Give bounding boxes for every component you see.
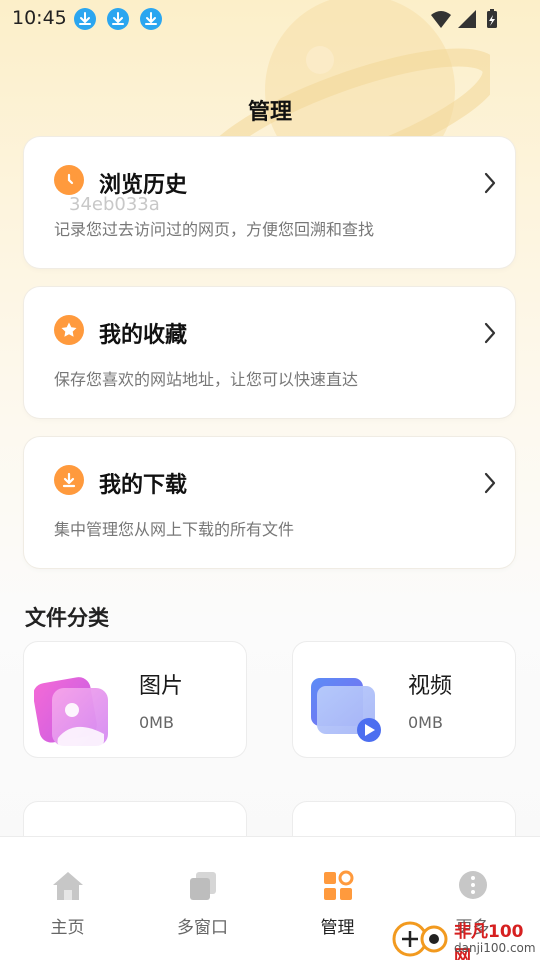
status-bar: 10:45 — [0, 0, 540, 38]
signal-icon — [458, 10, 476, 28]
nav-label: 管理 — [320, 918, 355, 938]
file-category-size: 0MB — [139, 713, 174, 732]
file-category-images[interactable]: 图片 0MB — [24, 642, 246, 757]
file-category-name: 视频 — [408, 674, 453, 699]
download-icon — [54, 465, 84, 495]
video-icon — [311, 678, 381, 742]
more-icon — [458, 871, 487, 899]
file-category-size: 0MB — [408, 713, 443, 732]
nav-item-windows[interactable]: 多窗口 — [135, 837, 270, 960]
manage-grid-icon — [323, 870, 353, 900]
file-category-title: 文件分类 — [25, 606, 109, 630]
card-title: 我的收藏 — [99, 323, 188, 348]
card-description: 集中管理您从网上下载的所有文件 — [54, 520, 295, 539]
chevron-right-icon — [484, 322, 496, 344]
home-icon — [52, 872, 83, 900]
chevron-right-icon — [484, 172, 496, 194]
downloads-card[interactable]: 我的下载 集中管理您从网上下载的所有文件 — [24, 437, 515, 568]
favorites-card[interactable]: 我的收藏 保存您喜欢的网站地址，让您可以快速直达 — [24, 287, 515, 418]
page-title: 管理 — [247, 100, 292, 125]
watermark-domain: danji100.com — [454, 941, 536, 955]
chevron-right-icon — [484, 472, 496, 494]
windows-icon — [189, 872, 216, 900]
watermark-logo-icon — [392, 921, 448, 957]
nav-item-manage[interactable]: 管理 — [270, 837, 405, 960]
star-icon — [54, 315, 84, 345]
card-description: 保存您喜欢的网站地址，让您可以快速直达 — [54, 370, 359, 389]
browse-history-card[interactable]: 浏览历史 34eb033a 记录您过去访问过的网页，方便您回溯和查找 — [24, 137, 515, 268]
image-icon — [34, 677, 108, 746]
card-title: 我的下载 — [99, 473, 188, 498]
card-description: 记录您过去访问过的网页，方便您回溯和查找 — [54, 220, 375, 239]
wifi-icon — [431, 11, 451, 28]
site-watermark: 非凡100网 danji100.com — [390, 915, 540, 960]
clock-icon — [54, 165, 84, 195]
file-category-name: 图片 — [139, 674, 184, 699]
nav-label: 主页 — [50, 918, 85, 938]
nav-label: 多窗口 — [177, 918, 228, 938]
download-icon — [140, 8, 162, 30]
file-category-videos[interactable]: 视频 0MB — [293, 642, 515, 757]
download-icon — [107, 8, 129, 30]
overlay-code: 34eb033a — [69, 194, 160, 215]
system-status-icons — [431, 9, 497, 28]
download-icon — [74, 8, 96, 30]
nav-item-home[interactable]: 主页 — [0, 837, 135, 960]
status-time: 10:45 — [12, 7, 67, 29]
